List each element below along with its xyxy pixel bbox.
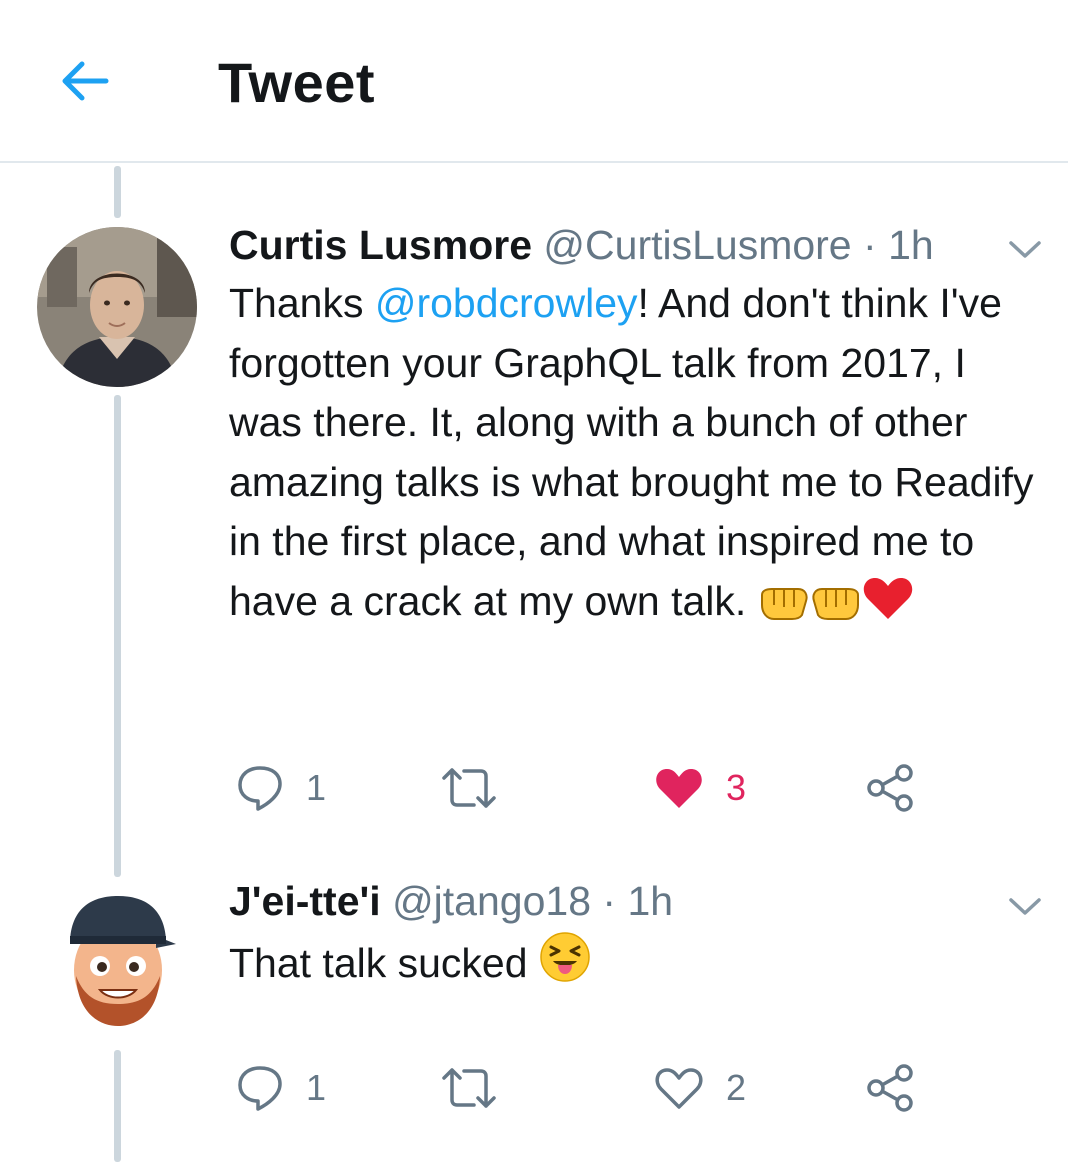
tweet-menu-button[interactable] (1005, 236, 1045, 262)
heart-filled-icon (656, 769, 702, 808)
red-heart-emoji (862, 575, 914, 638)
retweet-icon (442, 768, 496, 808)
tweet-text-main: That talk sucked (229, 940, 539, 986)
reply-button[interactable]: 1 (236, 760, 326, 816)
thread-connector-line (114, 1050, 121, 1162)
time-separator: · (602, 878, 617, 924)
reply-button[interactable]: 1 (236, 1060, 326, 1116)
reply-count: 1 (306, 1067, 327, 1108)
share-button[interactable] (864, 1060, 916, 1116)
thread-connector-line (114, 395, 121, 877)
left-facing-fist-emoji (758, 578, 810, 638)
page-title: Tweet (218, 51, 376, 114)
mention-link[interactable]: @robdcrowley (375, 280, 638, 326)
thread-connector-line (114, 166, 121, 218)
share-button[interactable] (864, 760, 916, 816)
tweet-header: Curtis Lusmore @CurtisLusmore · 1h (229, 220, 934, 270)
squinting-face-with-tongue-emoji (539, 931, 591, 1000)
back-button[interactable] (56, 52, 114, 110)
like-count: 3 (726, 767, 747, 808)
retweet-icon (442, 1068, 496, 1108)
heart-outline-icon (655, 1068, 703, 1109)
reply-icon (238, 766, 282, 811)
reply-count: 1 (306, 767, 327, 808)
tweet-text-prefix: Thanks (229, 280, 375, 326)
tweet-menu-button[interactable] (1005, 893, 1045, 919)
chevron-down-icon (1009, 241, 1041, 258)
avatar[interactable] (60, 886, 178, 1028)
retweet-button[interactable] (440, 760, 498, 816)
retweet-button[interactable] (440, 1060, 498, 1116)
tweet-timestamp[interactable]: 1h (627, 878, 673, 924)
tweet-timestamp[interactable]: 1h (888, 222, 934, 268)
top-app-bar: Tweet (0, 0, 1068, 163)
share-icon (867, 1064, 913, 1112)
display-name[interactable]: J'ei-tte'i (229, 878, 381, 924)
display-name[interactable]: Curtis Lusmore (229, 222, 532, 268)
like-count: 2 (726, 1067, 747, 1108)
user-handle[interactable]: @jtango18 (392, 878, 591, 924)
like-button[interactable]: 2 (654, 1060, 746, 1116)
chevron-down-icon (1009, 898, 1041, 915)
like-button[interactable]: 3 (654, 760, 746, 816)
tweet-text: Thanks @robdcrowley! And don't think I'v… (229, 274, 1049, 637)
tweet-header: J'ei-tte'i @jtango18 · 1h (229, 876, 673, 926)
tweet-text: That talk sucked (229, 931, 1049, 1000)
tweet-text-main: ! And don't think I've forgotten your Gr… (229, 280, 1045, 624)
avatar[interactable] (37, 227, 197, 387)
time-separator: · (863, 222, 877, 268)
right-facing-fist-emoji (810, 578, 862, 638)
arrow-left-icon (62, 61, 109, 101)
user-handle[interactable]: @CurtisLusmore (543, 222, 851, 268)
reply-icon (238, 1066, 282, 1111)
share-icon (867, 764, 913, 812)
